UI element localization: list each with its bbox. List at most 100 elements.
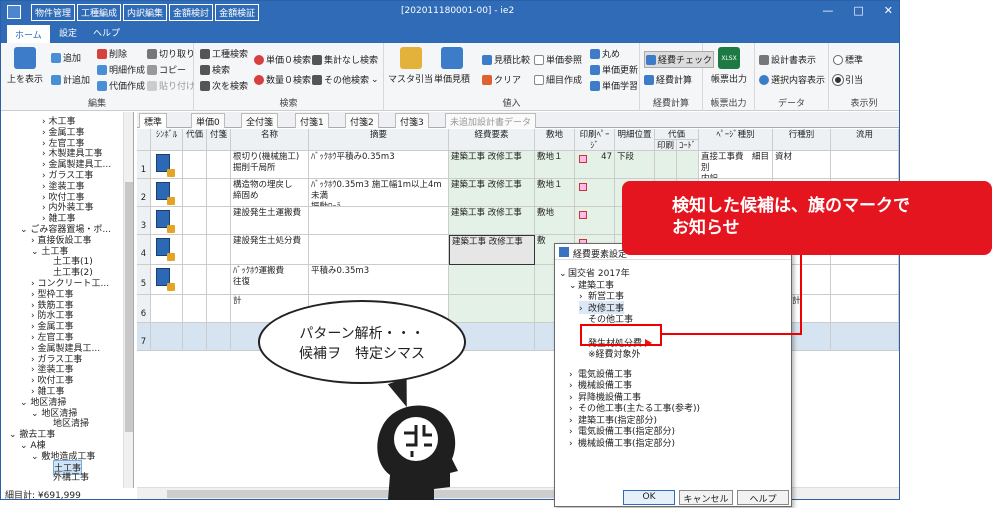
cancel-button[interactable]: キャンセル [679, 490, 733, 505]
master-pull-button[interactable]: マスタ引当 [388, 47, 433, 85]
column-header[interactable]: 明細位置 [615, 129, 655, 151]
form-output-button[interactable]: XLSX 帳票出力 [711, 47, 747, 85]
tree-sidebar[interactable]: › 木工事 › 金属工事 › 左官工事 › 木製建具工事 › 金属製建具工... › ガラ… [1, 112, 134, 488]
expander-icon[interactable]: ⌄ [31, 247, 41, 257]
minimize-button[interactable]: — [822, 4, 833, 17]
site-cell[interactable]: 敷地１ [535, 151, 575, 179]
print-icon[interactable] [579, 211, 587, 219]
menu-item[interactable]: 内訳編集 [123, 4, 168, 21]
grid-cell[interactable] [183, 265, 207, 295]
cost_element-cell[interactable]: 建築工事 改修工事 [449, 151, 535, 179]
row-header[interactable]: 2 [137, 179, 151, 207]
grid-cell[interactable] [207, 179, 231, 207]
tab-tag1[interactable]: 付箋1 [295, 113, 329, 128]
row-header[interactable]: 5 [137, 265, 151, 295]
expander-icon[interactable]: ⌄ [20, 441, 30, 451]
tab-all-tags[interactable]: 全付箋 [241, 113, 279, 128]
selected-show-button[interactable]: 選択内容表示 [759, 73, 825, 86]
scroll-thumb[interactable] [167, 490, 567, 498]
no-total-search-button[interactable]: 集計なし検索 [312, 53, 378, 66]
help-button[interactable]: ヘルプ [737, 490, 789, 505]
symbol-cell[interactable] [151, 235, 183, 265]
scroll-thumb[interactable] [125, 182, 133, 432]
site-cell[interactable]: 敷地 [535, 207, 575, 235]
tab-home[interactable]: ホーム [7, 25, 50, 43]
row-header[interactable]: 1 [137, 151, 151, 179]
row-header[interactable]: 3 [137, 207, 151, 235]
unit-zero-search-button[interactable]: 単価０検索 [254, 53, 311, 66]
delete-button[interactable]: 削除 [97, 47, 127, 60]
grid-cell[interactable] [207, 235, 231, 265]
summary-cell[interactable]: ﾊﾞｯｸﾎｳ0.35m3 施工幅1m以上4m未満 振動ﾛｰﾗ [309, 179, 449, 207]
unit-update-button[interactable]: 単価更新 [590, 63, 638, 76]
summary-cell[interactable] [309, 207, 449, 235]
grid-cell[interactable] [207, 295, 231, 323]
name-cell[interactable]: 建設発生土処分費 [231, 235, 309, 265]
row-header[interactable]: 7 [137, 323, 151, 351]
column-header[interactable]: 代価 [655, 129, 699, 140]
cost_element-cell[interactable] [449, 265, 535, 295]
ok-button[interactable]: OK [623, 490, 675, 505]
menu-item[interactable]: 金額検討 [169, 4, 214, 21]
grid-cell[interactable] [183, 179, 207, 207]
tab-tag3[interactable]: 付箋3 [395, 113, 429, 128]
menu-item[interactable]: 工種編成 [77, 4, 122, 21]
tab-settings[interactable]: 設定 [59, 26, 77, 39]
corner-cell[interactable] [137, 129, 151, 151]
design-show-button[interactable]: 設計書表示 [759, 53, 816, 66]
name-cell[interactable]: 構造物の埋戻し 締固め [231, 179, 309, 207]
maximize-button[interactable]: □ [853, 4, 863, 17]
expander-icon[interactable]: ⌄ [20, 398, 30, 408]
page-type-cell[interactable]: 直接工事費 細目別 内訳 [699, 151, 773, 179]
grid-cell[interactable] [207, 151, 231, 179]
detail-create-button[interactable]: 明細作成 [97, 63, 145, 76]
column-header[interactable]: 印刷 [655, 140, 677, 151]
site-cell[interactable]: 敷地１ [535, 179, 575, 207]
dialog-tree-item[interactable]: ※経費対象外 [579, 347, 641, 360]
expander-icon[interactable]: ⌄ [569, 281, 578, 291]
grid-cell[interactable] [831, 151, 899, 179]
symbol-cell[interactable] [151, 179, 183, 207]
detail-create-checkbox[interactable]: 細目作成 [534, 73, 582, 86]
expander-icon[interactable]: ⌄ [31, 409, 41, 419]
cost_element-cell[interactable]: 建築工事 改修工事 [449, 179, 535, 207]
column-header[interactable]: 名称 [231, 129, 309, 151]
cost_element-cell[interactable]: 建築工事 改修工事 [449, 235, 535, 265]
tab-unit-zero[interactable]: 単価0 [191, 113, 225, 128]
grid-cell[interactable] [831, 265, 899, 295]
grid-cell[interactable] [655, 151, 677, 179]
other-search-button[interactable]: その他検索 ⌄ [312, 73, 379, 86]
summary-cell[interactable] [309, 235, 449, 265]
symbol-cell[interactable] [151, 151, 183, 179]
column-header[interactable]: 付箋 [207, 129, 231, 151]
copy-button[interactable]: コピー [147, 63, 186, 76]
name-cell[interactable]: 根切り(機械施工) 掘削千局所 [231, 151, 309, 179]
name-cell[interactable]: ﾊﾞｯｸﾎｳ運搬費 往復 [231, 265, 309, 295]
tab-tag2[interactable]: 付箋2 [345, 113, 379, 128]
column-header[interactable]: 敷地 [535, 129, 575, 151]
print-icon[interactable] [579, 155, 587, 163]
next-search-button[interactable]: 次を検索 [200, 79, 248, 92]
expander-icon[interactable]: › [569, 439, 578, 449]
summary-cell[interactable]: ﾊﾞｯｸﾎｳ平積み0.35m3 [309, 151, 449, 179]
row-header[interactable]: 6 [137, 295, 151, 323]
close-button[interactable]: ✕ [884, 4, 893, 17]
menu-item[interactable]: 金額検証 [215, 4, 260, 21]
row-type-cell[interactable]: 資材 [773, 151, 831, 179]
show-above-button[interactable]: 上を表示 [7, 47, 43, 85]
symbol-cell[interactable] [151, 207, 183, 235]
menu-item[interactable]: 物件管理 [31, 4, 76, 21]
print-icon[interactable] [579, 183, 587, 191]
cost_element-cell[interactable]: 建築工事 改修工事 [449, 207, 535, 235]
summary-cell[interactable]: 平積み0.35m3 [309, 265, 449, 295]
sidebar-tree-item[interactable]: 外構工事 [53, 470, 89, 483]
tab-help[interactable]: ヘルプ [93, 26, 120, 39]
grid-cell[interactable] [183, 295, 207, 323]
round-button[interactable]: 丸め [590, 47, 620, 60]
column-header[interactable]: ﾍﾟｰｼﾞ種別 [699, 129, 773, 151]
grid-cell[interactable] [207, 207, 231, 235]
grid-cell[interactable] [207, 323, 231, 351]
grid-cell[interactable] [831, 295, 899, 323]
grid-cell[interactable] [831, 323, 899, 351]
column-header[interactable]: 代価 [183, 129, 207, 151]
